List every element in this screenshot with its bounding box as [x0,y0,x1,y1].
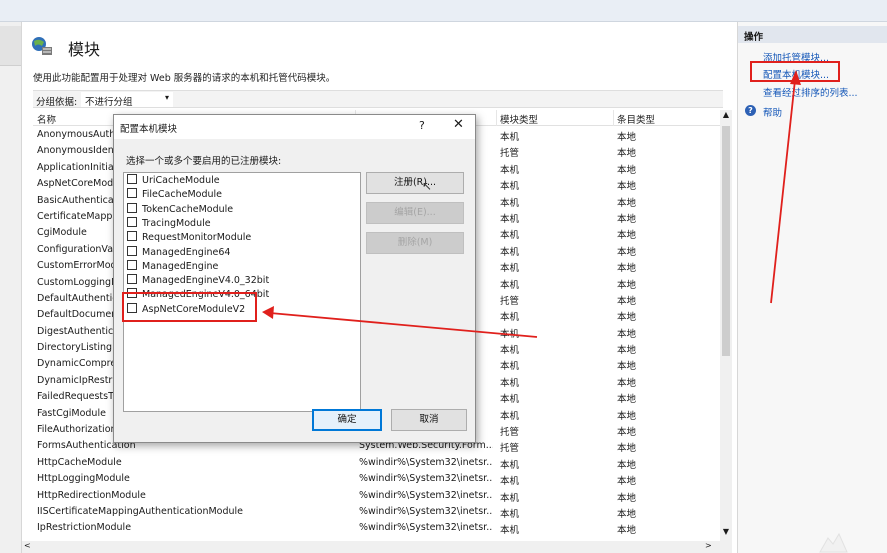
annotation-arrow-to-action [770,79,796,304]
arrowhead-icon [790,70,801,85]
corner-logo-icon [819,532,848,553]
arrowhead-icon [262,306,274,319]
annotation-arrows [262,70,801,338]
annotation-arrow-to-module [269,312,538,338]
